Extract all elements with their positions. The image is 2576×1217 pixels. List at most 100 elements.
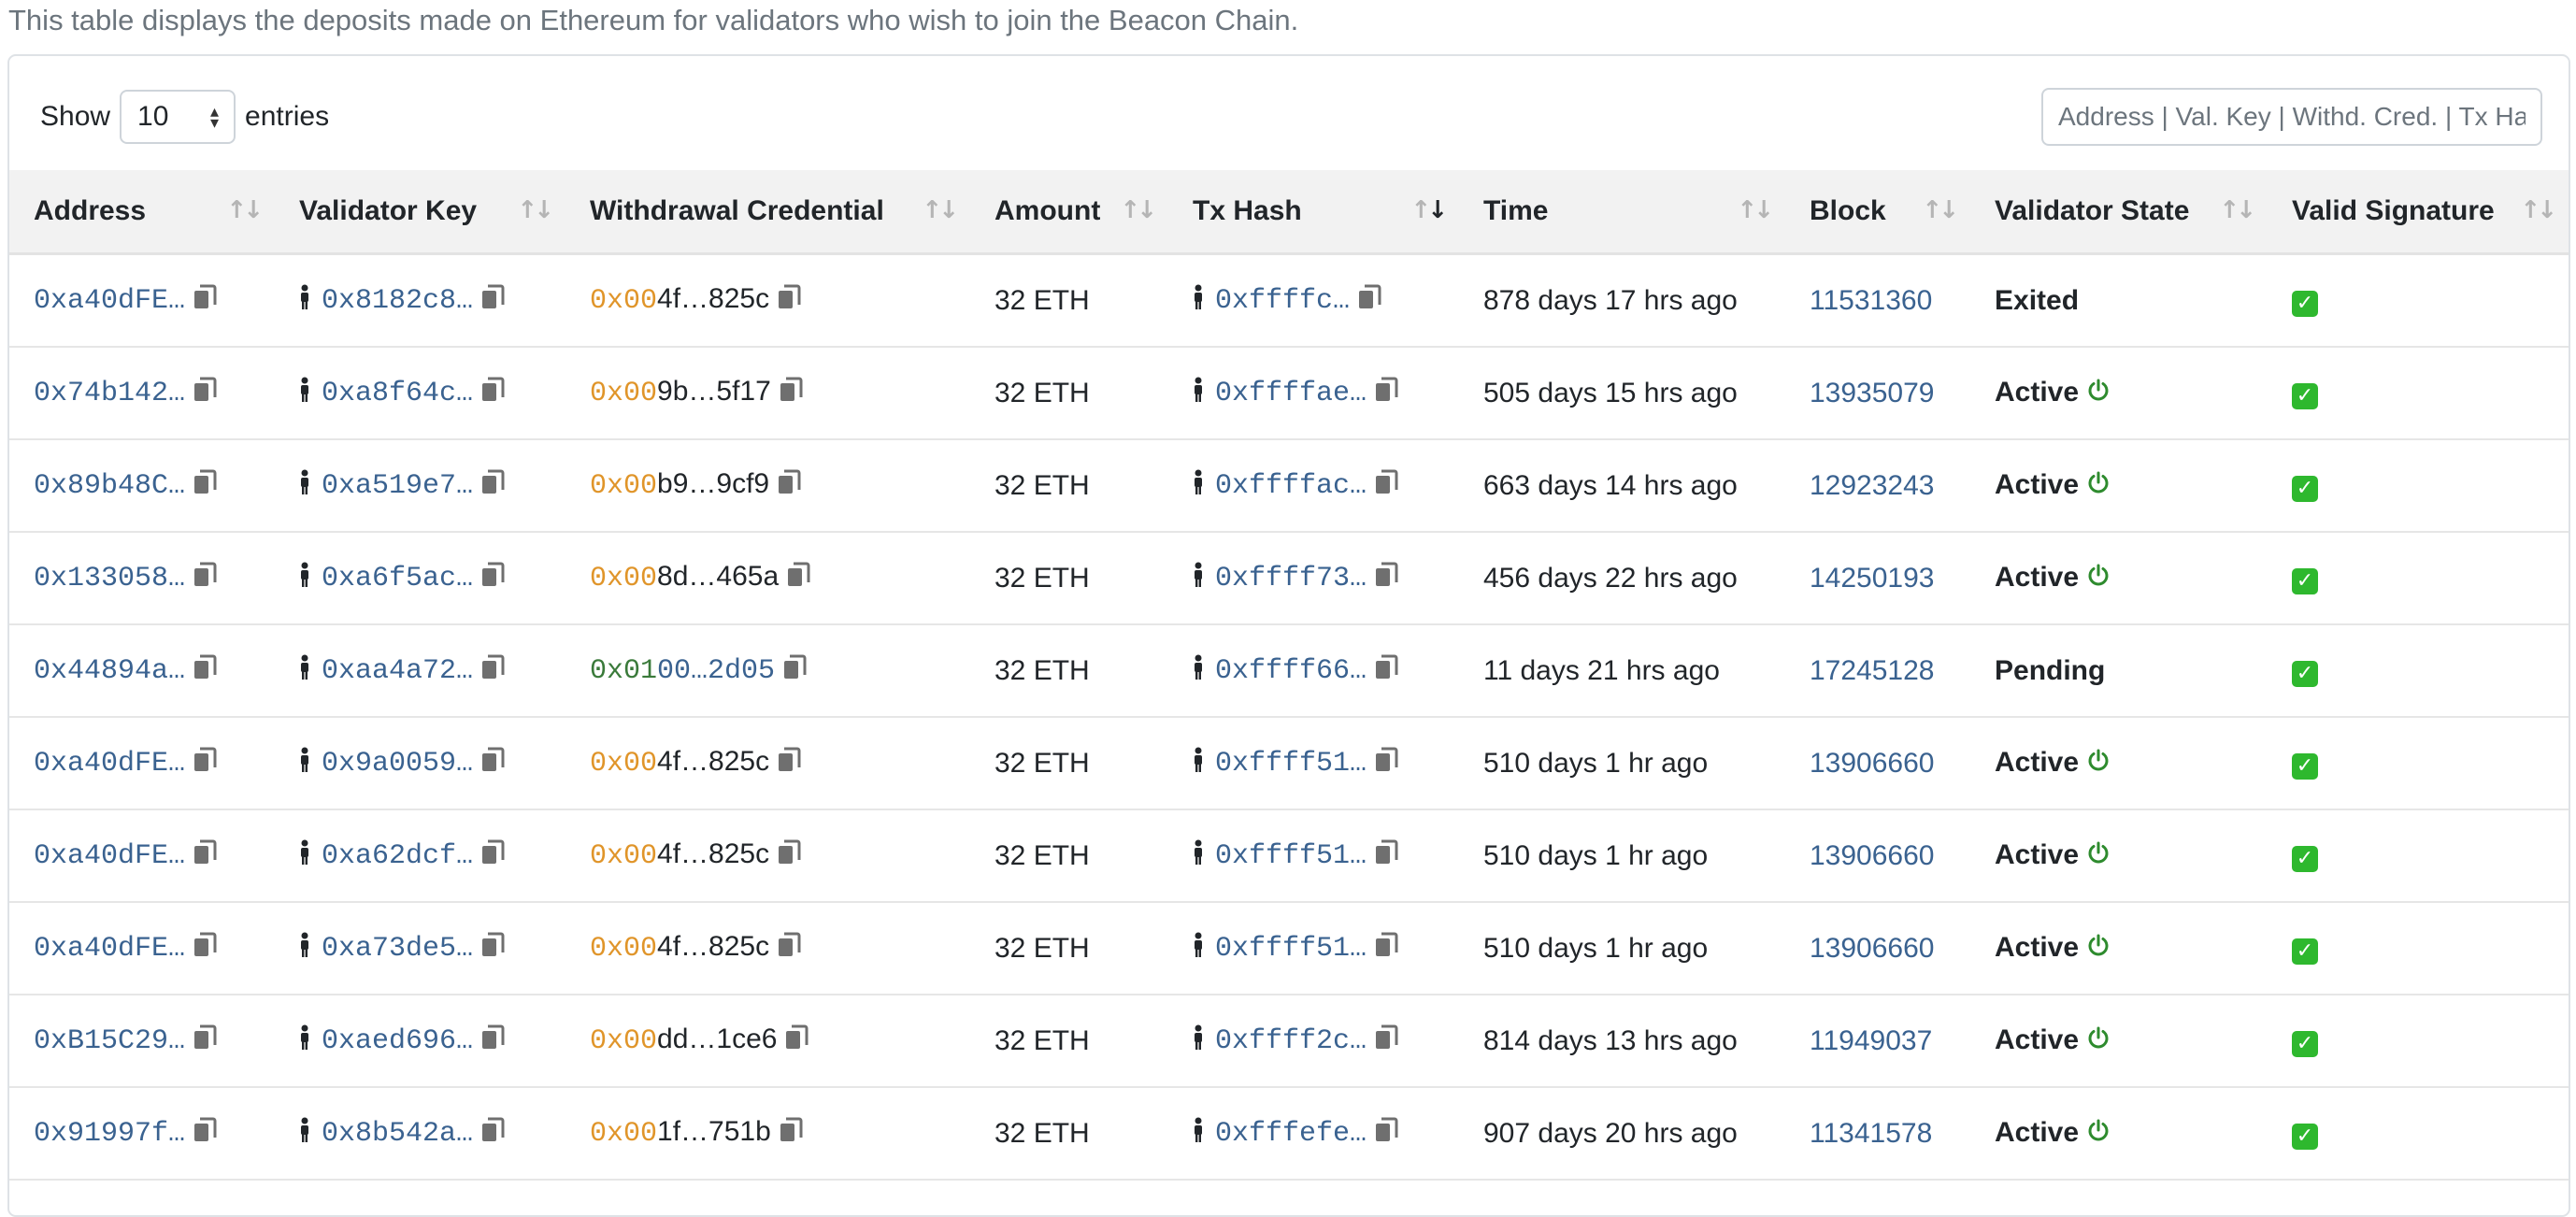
copy-icon[interactable] [480,1024,505,1058]
copy-icon[interactable] [777,747,801,780]
copy-icon[interactable] [1374,839,1398,873]
sort-icon[interactable]: ↑↓ [1737,196,1774,224]
validator-key-link[interactable]: 0xa73de5… [322,933,473,965]
address-link[interactable]: 0x89b48C… [34,470,185,502]
column-header-valid-signature[interactable]: Valid Signature ↑↓ [2268,170,2569,255]
column-header-address[interactable]: Address ↑↓ [9,170,275,255]
sort-icon[interactable]: ↑↓ [1410,196,1448,224]
copy-icon[interactable] [1374,377,1398,410]
copy-icon[interactable] [1374,747,1398,780]
sort-icon[interactable]: ↑↓ [2520,196,2557,224]
block-link[interactable]: 13935079 [1810,378,1934,408]
block-link[interactable]: 12923243 [1810,470,1934,501]
sort-icon[interactable]: ↑↓ [517,196,554,224]
validator-key-link[interactable]: 0x8b542a… [322,1118,473,1150]
tx-hash-link[interactable]: 0xffff51… [1215,748,1367,780]
copy-icon[interactable] [193,654,217,688]
copy-icon[interactable] [193,469,217,503]
copy-icon[interactable] [193,932,217,966]
copy-icon[interactable] [193,1024,217,1058]
column-header-withdrawal-credential[interactable]: Withdrawal Credential ↑↓ [565,170,970,255]
copy-icon[interactable] [784,1024,809,1058]
validator-key-link[interactable]: 0x8182c8… [322,285,473,317]
address-link[interactable]: 0x91997f… [34,1118,185,1150]
copy-icon[interactable] [480,284,505,318]
copy-icon[interactable] [777,839,801,873]
copy-icon[interactable] [480,747,505,780]
tx-hash-link[interactable]: 0xffffac… [1215,470,1367,502]
copy-icon[interactable] [1374,654,1398,688]
address-link[interactable]: 0xa40dFE… [34,933,185,965]
copy-icon[interactable] [1374,469,1398,503]
copy-icon[interactable] [1374,1024,1398,1058]
copy-icon[interactable] [1357,284,1381,318]
column-header-validator-state[interactable]: Validator State ↑↓ [1970,170,2268,255]
copy-icon[interactable] [193,747,217,780]
copy-icon[interactable] [193,377,217,410]
copy-icon[interactable] [193,1117,217,1151]
address-link[interactable]: 0xa40dFE… [34,840,185,872]
block-link[interactable]: 13906660 [1810,748,1934,779]
tx-hash-link[interactable]: 0xffffc… [1215,285,1350,317]
address-link[interactable]: 0x74b142… [34,378,185,409]
sort-icon[interactable]: ↑↓ [1120,196,1157,224]
block-link[interactable]: 11949037 [1810,1025,1932,1056]
copy-icon[interactable] [1374,562,1398,595]
search-input[interactable] [2041,88,2542,146]
copy-icon[interactable] [480,932,505,966]
block-link[interactable]: 17245128 [1810,655,1934,686]
validator-key-link[interactable]: 0xa8f64c… [322,378,473,409]
copy-icon[interactable] [777,932,801,966]
column-header-tx-hash[interactable]: Tx Hash ↑↓ [1168,170,1459,255]
tx-hash-link[interactable]: 0xfffefe… [1215,1118,1367,1150]
validator-key-link[interactable]: 0xa62dcf… [322,840,473,872]
column-header-amount[interactable]: Amount ↑↓ [970,170,1168,255]
sort-icon[interactable]: ↑↓ [2219,196,2256,224]
sort-icon[interactable]: ↑↓ [1922,196,1959,224]
copy-icon[interactable] [782,654,807,688]
copy-icon[interactable] [193,839,217,873]
block-link[interactable]: 14250193 [1810,563,1934,594]
validator-key-link[interactable]: 0xa6f5ac… [322,563,473,594]
tx-hash-link[interactable]: 0xffff2c… [1215,1025,1367,1057]
copy-icon[interactable] [480,1117,505,1151]
validator-key-link[interactable]: 0xaa4a72… [322,655,473,687]
address-link[interactable]: 0x133058… [34,563,185,594]
tx-hash-link[interactable]: 0xffff51… [1215,840,1367,872]
validator-key-link[interactable]: 0xaed696… [322,1025,473,1057]
copy-icon[interactable] [786,562,810,595]
block-link[interactable]: 11341578 [1810,1118,1932,1149]
copy-icon[interactable] [480,562,505,595]
copy-icon[interactable] [480,377,505,410]
sort-icon[interactable]: ↑↓ [226,196,264,224]
block-link[interactable]: 13906660 [1810,933,1934,964]
address-link[interactable]: 0xa40dFE… [34,748,185,780]
copy-icon[interactable] [193,284,217,318]
column-header-validator-key[interactable]: Validator Key ↑↓ [275,170,565,255]
address-link[interactable]: 0x44894a… [34,655,185,687]
column-header-time[interactable]: Time ↑↓ [1459,170,1785,255]
copy-icon[interactable] [777,284,801,318]
entries-select[interactable]: 10 ▴ ▾ [120,90,236,144]
tx-hash-link[interactable]: 0xffff51… [1215,933,1367,965]
copy-icon[interactable] [777,469,801,503]
copy-icon[interactable] [1374,1117,1398,1151]
tx-hash-link[interactable]: 0xffff73… [1215,563,1367,594]
copy-icon[interactable] [1374,932,1398,966]
block-link[interactable]: 11531360 [1810,285,1932,316]
copy-icon[interactable] [480,469,505,503]
block-link[interactable]: 13906660 [1810,840,1934,871]
tx-hash-link[interactable]: 0xffff66… [1215,655,1367,687]
tx-hash-link[interactable]: 0xffffae… [1215,378,1367,409]
address-link[interactable]: 0xB15C29… [34,1025,185,1057]
copy-icon[interactable] [480,654,505,688]
copy-icon[interactable] [480,839,505,873]
sort-icon[interactable]: ↑↓ [922,196,959,224]
validator-key-link[interactable]: 0xa519e7… [322,470,473,502]
copy-icon[interactable] [779,377,803,410]
address-link[interactable]: 0xa40dFE… [34,285,185,317]
column-header-block[interactable]: Block ↑↓ [1785,170,1970,255]
validator-key-link[interactable]: 0x9a0059… [322,748,473,780]
copy-icon[interactable] [193,562,217,595]
copy-icon[interactable] [779,1117,803,1151]
